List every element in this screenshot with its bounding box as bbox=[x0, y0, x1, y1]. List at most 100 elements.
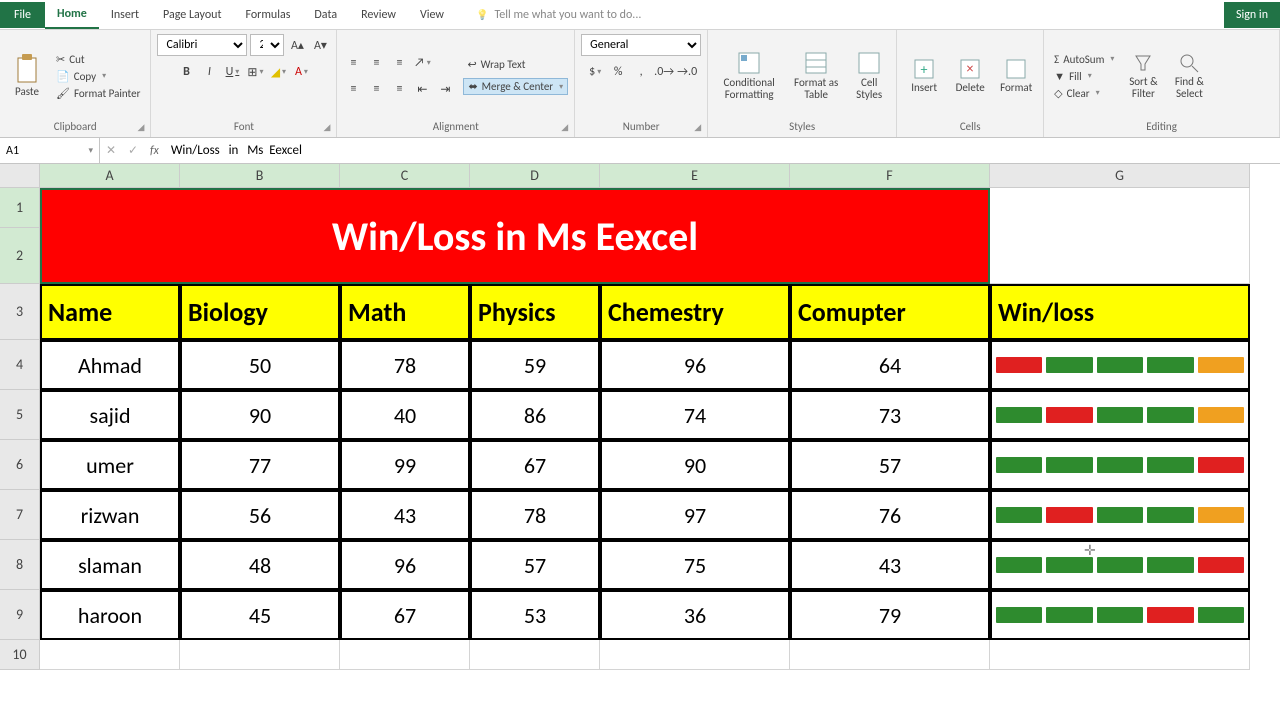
data-cell[interactable]: 50 bbox=[180, 340, 340, 390]
header-cell[interactable]: Comupter bbox=[790, 284, 990, 340]
tell-me-search[interactable]: Tell me what you want to do... bbox=[476, 8, 641, 22]
data-cell[interactable]: 75 bbox=[600, 540, 790, 590]
header-cell[interactable]: Name bbox=[40, 284, 180, 340]
header-cell[interactable]: Chemestry bbox=[600, 284, 790, 340]
orientation-button[interactable]: ↗ bbox=[412, 53, 432, 73]
data-cell[interactable]: 73 bbox=[790, 390, 990, 440]
header-cell[interactable]: Biology bbox=[180, 284, 340, 340]
data-cell[interactable]: 67 bbox=[340, 590, 470, 640]
format-cells-button[interactable]: Format bbox=[995, 40, 1037, 112]
tab-view[interactable]: View bbox=[408, 2, 456, 28]
sparkline-cell[interactable] bbox=[990, 590, 1250, 640]
data-cell[interactable]: 90 bbox=[600, 440, 790, 490]
insert-cells-button[interactable]: +Insert bbox=[903, 40, 945, 112]
increase-decimal-button[interactable]: .0→ bbox=[654, 62, 674, 82]
format-painter-button[interactable]: 🖌 Format Painter bbox=[52, 86, 144, 101]
data-cell[interactable]: 56 bbox=[180, 490, 340, 540]
cell-empty[interactable] bbox=[600, 640, 790, 670]
name-cell[interactable]: haroon bbox=[40, 590, 180, 640]
header-cell[interactable]: Win/loss bbox=[990, 284, 1250, 340]
borders-button[interactable]: ⊞ bbox=[245, 62, 265, 82]
data-cell[interactable]: 43 bbox=[790, 540, 990, 590]
sparkline-cell[interactable] bbox=[990, 440, 1250, 490]
align-left-button[interactable]: ≡ bbox=[343, 79, 363, 99]
data-cell[interactable]: 77 bbox=[180, 440, 340, 490]
row-header-2[interactable]: 2 bbox=[0, 228, 40, 284]
clear-button[interactable]: ◇ Clear bbox=[1050, 86, 1118, 101]
column-header-A[interactable]: A bbox=[40, 164, 180, 188]
sort-filter-button[interactable]: Sort & Filter bbox=[1122, 40, 1164, 112]
cancel-formula-icon[interactable]: ✕ bbox=[100, 143, 122, 158]
row-header-4[interactable]: 4 bbox=[0, 340, 40, 390]
fill-button[interactable]: ▼ Fill bbox=[1050, 69, 1118, 84]
accounting-format-button[interactable]: $ bbox=[585, 62, 605, 82]
column-header-D[interactable]: D bbox=[470, 164, 600, 188]
row-header-9[interactable]: 9 bbox=[0, 590, 40, 640]
cell-styles-button[interactable]: Cell Styles bbox=[848, 40, 890, 112]
tab-data[interactable]: Data bbox=[302, 2, 349, 28]
sparkline-cell[interactable] bbox=[990, 340, 1250, 390]
sparkline-cell[interactable] bbox=[990, 390, 1250, 440]
align-center-button[interactable]: ≡ bbox=[366, 79, 386, 99]
name-cell[interactable]: rizwan bbox=[40, 490, 180, 540]
data-cell[interactable]: 45 bbox=[180, 590, 340, 640]
align-bottom-button[interactable]: ≡ bbox=[389, 53, 409, 73]
data-cell[interactable]: 96 bbox=[600, 340, 790, 390]
sign-in-link[interactable]: Sign in bbox=[1224, 2, 1280, 28]
italic-button[interactable]: I bbox=[199, 62, 219, 82]
align-middle-button[interactable]: ≡ bbox=[366, 53, 386, 73]
cell-empty[interactable] bbox=[40, 640, 180, 670]
fill-color-button[interactable]: ◢ bbox=[268, 62, 288, 82]
decrease-indent-button[interactable]: ⇤ bbox=[412, 79, 432, 99]
title-cell[interactable]: Win/Loss in Ms Eexcel bbox=[40, 188, 990, 284]
row-header-6[interactable]: 6 bbox=[0, 440, 40, 490]
row-header-7[interactable]: 7 bbox=[0, 490, 40, 540]
underline-button[interactable]: U bbox=[222, 62, 242, 82]
number-launcher[interactable]: ◢ bbox=[694, 122, 701, 133]
align-top-button[interactable]: ≡ bbox=[343, 53, 363, 73]
name-cell[interactable]: Ahmad bbox=[40, 340, 180, 390]
font-color-button[interactable]: A bbox=[291, 62, 311, 82]
fx-icon[interactable]: fx bbox=[144, 144, 165, 158]
percent-button[interactable]: % bbox=[608, 62, 628, 82]
format-as-table-button[interactable]: Format as Table bbox=[788, 40, 844, 112]
cell-empty[interactable] bbox=[990, 188, 1250, 284]
data-cell[interactable]: 40 bbox=[340, 390, 470, 440]
data-cell[interactable]: 96 bbox=[340, 540, 470, 590]
font-size-combo[interactable]: 28 bbox=[250, 34, 284, 56]
sparkline-cell[interactable] bbox=[990, 490, 1250, 540]
name-cell[interactable]: umer bbox=[40, 440, 180, 490]
header-cell[interactable]: Math bbox=[340, 284, 470, 340]
header-cell[interactable]: Physics bbox=[470, 284, 600, 340]
clipboard-launcher[interactable]: ◢ bbox=[138, 122, 145, 133]
find-select-button[interactable]: Find & Select bbox=[1168, 40, 1210, 112]
formula-input[interactable] bbox=[165, 143, 1280, 158]
column-header-E[interactable]: E bbox=[600, 164, 790, 188]
cut-button[interactable]: ✂ Cut bbox=[52, 52, 144, 67]
select-all-corner[interactable] bbox=[0, 164, 40, 188]
alignment-launcher[interactable]: ◢ bbox=[561, 122, 568, 133]
column-header-C[interactable]: C bbox=[340, 164, 470, 188]
data-cell[interactable]: 48 bbox=[180, 540, 340, 590]
data-cell[interactable]: 78 bbox=[340, 340, 470, 390]
data-cell[interactable]: 43 bbox=[340, 490, 470, 540]
tab-file[interactable]: File bbox=[0, 2, 45, 28]
tab-page-layout[interactable]: Page Layout bbox=[151, 2, 233, 28]
row-header-8[interactable]: 8 bbox=[0, 540, 40, 590]
data-cell[interactable]: 64 bbox=[790, 340, 990, 390]
cell-empty[interactable] bbox=[470, 640, 600, 670]
data-cell[interactable]: 57 bbox=[790, 440, 990, 490]
tab-formulas[interactable]: Formulas bbox=[233, 2, 302, 28]
data-cell[interactable]: 90 bbox=[180, 390, 340, 440]
wrap-text-button[interactable]: ↩ Wrap Text bbox=[463, 57, 568, 72]
data-cell[interactable]: 86 bbox=[470, 390, 600, 440]
cell-empty[interactable] bbox=[180, 640, 340, 670]
tab-review[interactable]: Review bbox=[349, 2, 408, 28]
cell-empty[interactable] bbox=[340, 640, 470, 670]
spreadsheet-grid[interactable]: ABCDEFG 12Win/Loss in Ms Eexcel3NameBiol… bbox=[0, 164, 1280, 670]
name-cell[interactable]: sajid bbox=[40, 390, 180, 440]
data-cell[interactable]: 36 bbox=[600, 590, 790, 640]
comma-button[interactable]: , bbox=[631, 62, 651, 82]
data-cell[interactable]: 79 bbox=[790, 590, 990, 640]
data-cell[interactable]: 78 bbox=[470, 490, 600, 540]
